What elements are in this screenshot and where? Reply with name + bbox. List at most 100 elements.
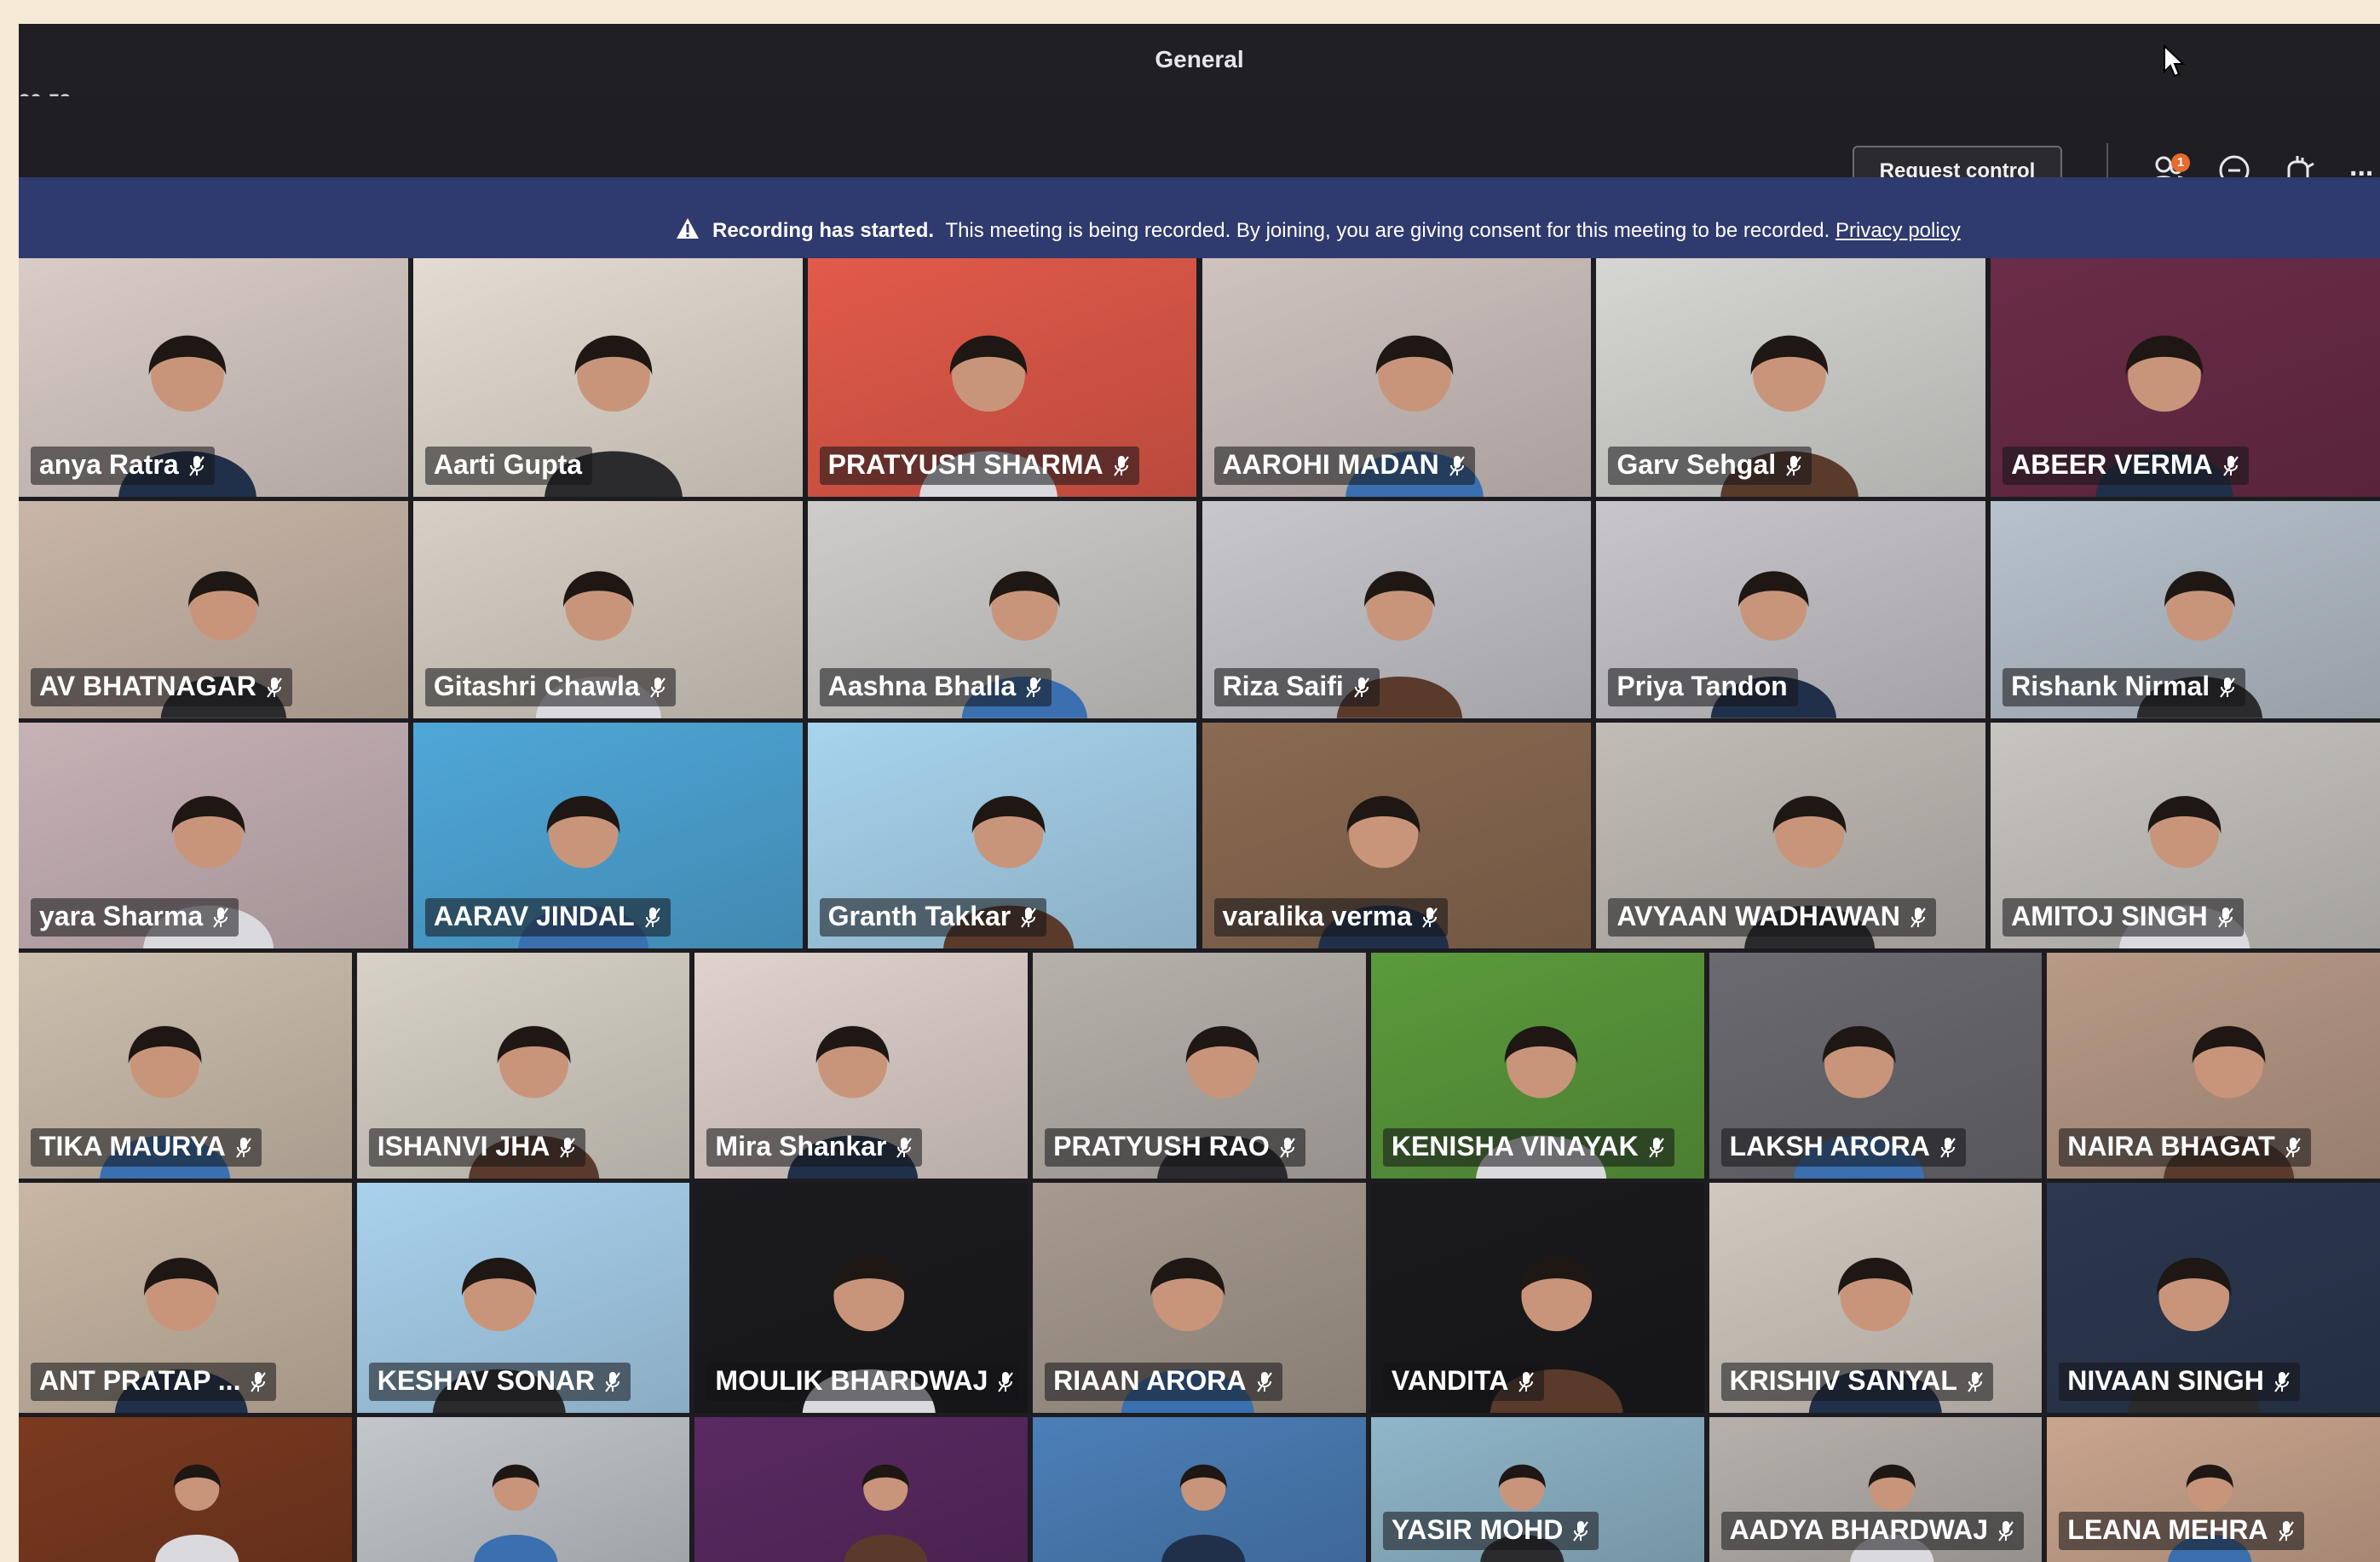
- participant-name-tag: LEANA MEHRA: [2059, 1512, 2304, 1550]
- participant-tile[interactable]: Granth Takkar: [807, 723, 1197, 948]
- participant-name: TIKA MAURYA: [39, 1131, 226, 1161]
- participant-name: PRATYUSH SHARMA: [827, 449, 1104, 480]
- participant-name-tag: Rishank Nirmal: [2003, 668, 2246, 706]
- participant-tile[interactable]: Garv Sehgal: [1596, 258, 1986, 497]
- participant-name-tag: ISHANVI JHA: [368, 1128, 586, 1167]
- mic-muted-icon: [251, 1372, 267, 1392]
- participant-name-tag: PRATYUSH RAO: [1045, 1128, 1305, 1167]
- participant-name: AAROHI MADAN: [1222, 449, 1439, 480]
- mic-muted-icon: [644, 908, 660, 928]
- participant-tile[interactable]: PRATYUSH RAO: [1033, 953, 1366, 1179]
- participant-name-tag: TIKA MAURYA: [31, 1128, 262, 1167]
- participant-tile[interactable]: AARAV JINDAL: [412, 723, 803, 948]
- participant-tile[interactable]: [694, 1417, 1029, 1562]
- privacy-policy-link[interactable]: Privacy policy: [1835, 219, 1961, 242]
- participant-name: Aarti Gupta: [433, 449, 583, 480]
- participant-name: NAIRA BHAGAT: [2067, 1131, 2275, 1161]
- participant-name-tag: KRISHIV SANYAL: [1720, 1363, 1993, 1401]
- mic-muted-icon: [2274, 1372, 2290, 1392]
- warning-icon: [677, 218, 699, 239]
- mic-muted-icon: [1968, 1372, 1983, 1392]
- participant-tile[interactable]: AV BHATNAGAR: [19, 501, 408, 718]
- mic-muted-icon: [1940, 1138, 1956, 1158]
- participant-tile[interactable]: anya Ratra: [19, 258, 408, 497]
- participant-name-tag: varalika verma: [1213, 898, 1448, 937]
- participant-tile[interactable]: NIVAAN SINGH: [2047, 1183, 2380, 1413]
- participant-tile[interactable]: [19, 1417, 352, 1562]
- participant-tile[interactable]: TIKA MAURYA: [19, 953, 352, 1179]
- participant-tile[interactable]: yara Sharma: [19, 723, 408, 948]
- participants-count-badge: 1: [2171, 153, 2190, 172]
- participant-name-tag: Granth Takkar: [819, 898, 1047, 937]
- mic-muted-icon: [2278, 1521, 2294, 1542]
- participant-tile[interactable]: AADYA BHARDWAJ: [1709, 1417, 2043, 1562]
- participant-name: AARAV JINDAL: [433, 901, 635, 931]
- participant-tile[interactable]: Mira Shankar: [694, 953, 1029, 1179]
- participant-name-tag: LAKSH ARORA: [1720, 1128, 1966, 1167]
- participant-name: ISHANVI JHA: [377, 1131, 550, 1161]
- participant-name: KRISHIV SANYAL: [1729, 1365, 1957, 1396]
- participant-name: LEANA MEHRA: [2067, 1514, 2268, 1545]
- participant-name-tag: ANT PRATAP ...: [31, 1363, 277, 1401]
- participant-tile[interactable]: RIAAN ARORA: [1033, 1183, 1366, 1413]
- participant-tile[interactable]: Aashna Bhalla: [807, 501, 1197, 718]
- mouse-cursor-icon: [2164, 44, 2186, 78]
- participant-tile[interactable]: AVYAAN WADHAWAN: [1596, 723, 1986, 948]
- participant-name: Riza Saifi: [1222, 671, 1344, 701]
- participant-tile[interactable]: KENISHA VINAYAK: [1370, 953, 1704, 1179]
- mic-muted-icon: [2220, 677, 2235, 698]
- participant-tile[interactable]: AMITOJ SINGH: [1991, 723, 2380, 948]
- participant-name-tag: Mira Shankar: [706, 1128, 923, 1167]
- participant-name: AMITOJ SINGH: [2011, 901, 2208, 931]
- participant-tile[interactable]: Riza Saifi: [1202, 501, 1592, 718]
- participant-name-tag: KESHAV SONAR: [368, 1363, 631, 1401]
- recording-banner-text: Recording has started. This meeting is b…: [675, 216, 1961, 243]
- participant-tile[interactable]: PRATYUSH SHARMA: [807, 258, 1197, 497]
- participant-name-tag: PRATYUSH SHARMA: [819, 447, 1139, 485]
- participant-name: AADYA BHARDWAJ: [1729, 1514, 1988, 1545]
- participant-name: PRATYUSH RAO: [1053, 1131, 1270, 1161]
- participant-tile[interactable]: KRISHIV SANYAL: [1709, 1183, 2043, 1413]
- participant-name-tag: Gitashri Chawla: [424, 668, 676, 706]
- mic-muted-icon: [1021, 908, 1037, 928]
- participant-tile[interactable]: Aarti Gupta: [412, 258, 803, 497]
- participant-tile[interactable]: Priya Tandon: [1596, 501, 1986, 718]
- participant-tile[interactable]: Gitashri Chawla: [412, 501, 803, 718]
- participant-avatar-icon: [843, 1464, 927, 1562]
- mic-muted-icon: [1449, 456, 1465, 476]
- participant-tile[interactable]: NAIRA BHAGAT: [2047, 953, 2380, 1179]
- participant-name-tag: Aarti Gupta: [424, 447, 593, 485]
- participant-tile[interactable]: AAROHI MADAN: [1202, 258, 1592, 497]
- mic-muted-icon: [1648, 1138, 1664, 1158]
- participant-name-tag: Aashna Bhalla: [819, 668, 1052, 706]
- participant-tile[interactable]: MOULIK BHARDWAJ: [694, 1183, 1029, 1413]
- participant-tile[interactable]: ANT PRATAP ...: [19, 1183, 352, 1413]
- mic-muted-icon: [1256, 1372, 1272, 1392]
- participant-tile[interactable]: YASIR MOHD: [1370, 1417, 1704, 1562]
- participant-tile[interactable]: LAKSH ARORA: [1709, 953, 2043, 1179]
- recording-message: This meeting is being recorded. By joini…: [945, 219, 1830, 242]
- participant-tile[interactable]: [356, 1417, 690, 1562]
- participant-tile[interactable]: VANDITA: [1370, 1183, 1704, 1413]
- participant-name-tag: Garv Sehgal: [1608, 447, 1812, 485]
- participant-tile[interactable]: ABEER VERMA: [1991, 258, 2380, 497]
- participant-name-tag: AARAV JINDAL: [424, 898, 671, 937]
- participant-name: Gitashri Chawla: [433, 671, 640, 701]
- participant-tile[interactable]: ISHANVI JHA: [356, 953, 690, 1179]
- participant-tile[interactable]: KESHAV SONAR: [356, 1183, 690, 1413]
- mic-muted-icon: [1422, 908, 1438, 928]
- participant-name-tag: KENISHA VINAYAK: [1382, 1128, 1674, 1167]
- participant-tile[interactable]: Rishank Nirmal: [1991, 501, 2380, 718]
- participant-tile[interactable]: varalika verma: [1202, 723, 1592, 948]
- participant-name-tag: NAIRA BHAGAT: [2059, 1128, 2311, 1167]
- participant-name: Aashna Bhalla: [827, 671, 1017, 701]
- participant-tile[interactable]: [1033, 1417, 1366, 1562]
- participant-name-tag: ABEER VERMA: [2003, 447, 2249, 485]
- participant-name-tag: Riza Saifi: [1213, 668, 1380, 706]
- participant-name-tag: AADYA BHARDWAJ: [1720, 1512, 2024, 1550]
- participant-avatar-icon: [473, 1464, 558, 1562]
- participant-tile[interactable]: LEANA MEHRA: [2047, 1417, 2380, 1562]
- mic-muted-icon: [235, 1138, 251, 1158]
- mic-muted-icon: [896, 1138, 913, 1158]
- title-bar: General: [19, 24, 2380, 96]
